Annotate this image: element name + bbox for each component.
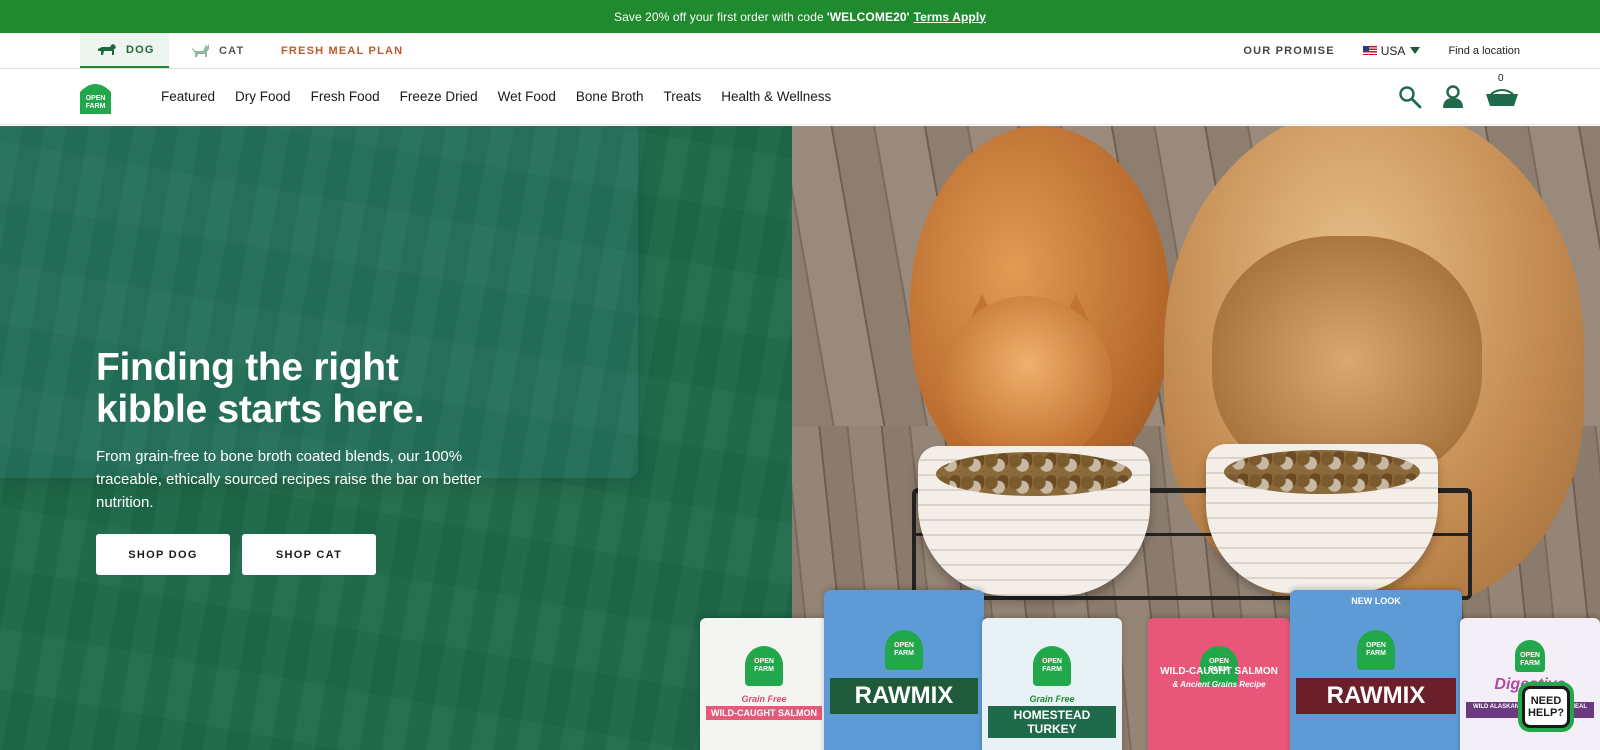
tab-fresh-meal-plan-label: FRESH MEAL PLAN [281,44,404,57]
nav-menu: Featured Dry Food Fresh Food Freeze Drie… [161,89,831,104]
open-farm-logo[interactable]: OPEN FARM [80,80,111,114]
bag-5-tag: NEW LOOK [1351,596,1401,606]
nav-treats[interactable]: Treats [663,89,701,104]
product-bag-1: OPEN FARM Grain Free WILD-CAUGHT SALMON [700,618,828,750]
country-selector[interactable]: USA [1362,43,1421,58]
bag-3-tag: Grain Free [1029,694,1075,704]
bag-1-name: WILD-CAUGHT SALMON [706,706,822,720]
nav-featured[interactable]: Featured [161,89,215,104]
bag-logo: OPEN FARM [745,646,783,686]
hero-buttons: SHOP DOG SHOP CAT [96,534,516,575]
product-bag-2: OPEN FARM RAWMIX [824,590,984,750]
our-promise-link[interactable]: OUR PROMISE [1243,45,1334,57]
bag-2-name: RAWMIX [830,678,978,714]
terms-link[interactable]: Terms Apply [914,10,986,24]
nav-dry-food[interactable]: Dry Food [235,89,291,104]
nav-health-wellness[interactable]: Health & Wellness [721,89,831,104]
need-help-button[interactable]: NEED HELP? [1522,686,1570,728]
product-bag-3: OPEN FARM Grain Free HOMESTEAD TURKEY [982,618,1122,750]
chevron-down-icon [1410,47,1421,54]
dog-icon [96,43,118,57]
logo-text-2: FARM [86,103,106,110]
cart-count: 0 [1498,72,1504,84]
cat-icon [191,43,211,58]
logo-text-1: OPEN [86,95,106,102]
tab-cat[interactable]: CAT [169,33,259,68]
bag-logo: OPEN FARM [1357,630,1395,670]
dog-bowl [1206,444,1438,594]
product-bag-6: OPEN FARM Digestive WILD ALASKAN POLLOCK… [1460,618,1600,750]
bag-4-tag: & Ancient Grains Recipe [1172,680,1266,689]
tab-fresh-meal-plan[interactable]: FRESH MEAL PLAN [259,33,419,68]
tab-dog-label: DOG [126,43,155,56]
cart-bowl-icon[interactable]: 0 [1484,73,1520,108]
promo-banner: Save 20% off your first order with code … [0,0,1600,33]
nav-bone-broth[interactable]: Bone Broth [576,89,644,104]
kibble [1224,450,1420,494]
nav-freeze-dried[interactable]: Freeze Dried [400,89,478,104]
product-bags: OPEN FARM Grain Free WILD-CAUGHT SALMON … [700,590,1600,750]
tab-cat-label: CAT [219,44,245,57]
shop-cat-button[interactable]: SHOP CAT [242,534,376,575]
product-bag-4: OPEN FARM WILD-CAUGHT SALMON & Ancient G… [1148,618,1290,750]
hero-section: Finding the right kibble starts here. Fr… [0,126,1600,750]
bag-4-name: WILD-CAUGHT SALMON [1160,666,1278,677]
search-icon[interactable] [1398,85,1422,109]
bag-1-tag: Grain Free [741,694,787,704]
main-nav: OPEN FARM Featured Dry Food Fresh Food F… [0,69,1600,125]
bag-5-name: RAWMIX [1296,678,1456,714]
hero-copy: Finding the right kibble starts here. Fr… [96,347,516,575]
utility-right: OUR PROMISE USA Find a location [1243,33,1520,68]
nav-icons: 0 [1398,73,1520,109]
cat-head [942,296,1112,466]
nav-wet-food[interactable]: Wet Food [498,89,556,104]
promo-code: 'WELCOME20' [826,9,910,24]
shop-dog-button[interactable]: SHOP DOG [96,534,230,575]
find-location-link[interactable]: Find a location [1448,45,1520,57]
tab-dog[interactable]: DOG [80,33,169,68]
kibble [936,452,1132,496]
bag-logo: OPEN FARM [885,630,923,670]
utility-bar: DOG CAT FRESH MEAL PLAN OUR PROMISE USA … [0,33,1600,69]
nav-fresh-food[interactable]: Fresh Food [311,89,380,104]
hero-left-panel: Finding the right kibble starts here. Fr… [0,126,792,750]
bag-logo: OPEN FARM [1033,646,1071,686]
bag-3-name: HOMESTEAD TURKEY [988,706,1116,738]
cat-bowl [918,446,1150,596]
hero-title: Finding the right kibble starts here. [96,346,425,431]
product-bag-5: OPEN FARM NEW LOOK RAWMIX [1290,590,1462,750]
bag-logo: OPEN FARM [1515,640,1545,672]
promo-text: Save 20% off your first order with code [613,9,824,24]
hero-subtitle: From grain-free to bone broth coated ble… [96,448,482,511]
account-icon[interactable] [1442,84,1464,109]
country-label: USA [1380,43,1406,58]
us-flag-icon [1362,46,1377,55]
